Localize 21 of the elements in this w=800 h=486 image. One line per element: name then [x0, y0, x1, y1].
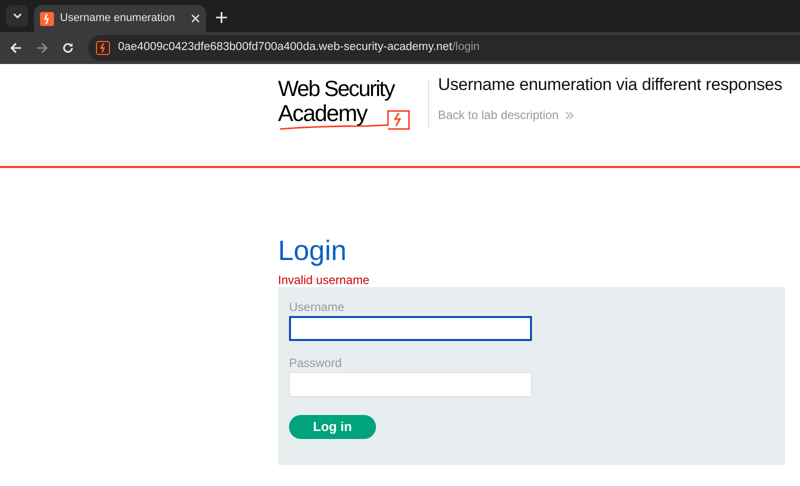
lightning-icon: [96, 41, 110, 55]
lightning-icon: [40, 12, 54, 26]
tab-list-button[interactable]: [6, 5, 28, 27]
logo: Web Security Academy: [278, 77, 424, 133]
field-label: Username: [289, 300, 346, 314]
chevrons-right-icon: [564, 110, 574, 120]
reload-icon[interactable]: [62, 42, 74, 54]
error-message: Invalid username: [278, 273, 370, 287]
tab-title: Username enumeration: [60, 11, 176, 26]
input-field[interactable]: [289, 316, 532, 341]
back-icon[interactable]: [10, 42, 22, 54]
url-text: 0ae4009c0423dfe683b00fd700a400da.web-security-academy.net/login: [118, 40, 480, 56]
page-heading: Login: [278, 234, 348, 268]
new-tab-icon[interactable]: [216, 12, 227, 23]
chevron-down-icon: [12, 13, 22, 19]
lab-title: Username enumeration via different responses: [438, 74, 782, 96]
browser-tab[interactable]: Username enumeration: [34, 5, 206, 32]
close-icon[interactable]: [191, 14, 200, 23]
address-bar[interactable]: 0ae4009c0423dfe683b00fd700a400da.web-security-academy.net/login: [88, 35, 800, 61]
field-label: Password: [289, 356, 343, 370]
forward-icon[interactable]: [36, 42, 48, 54]
